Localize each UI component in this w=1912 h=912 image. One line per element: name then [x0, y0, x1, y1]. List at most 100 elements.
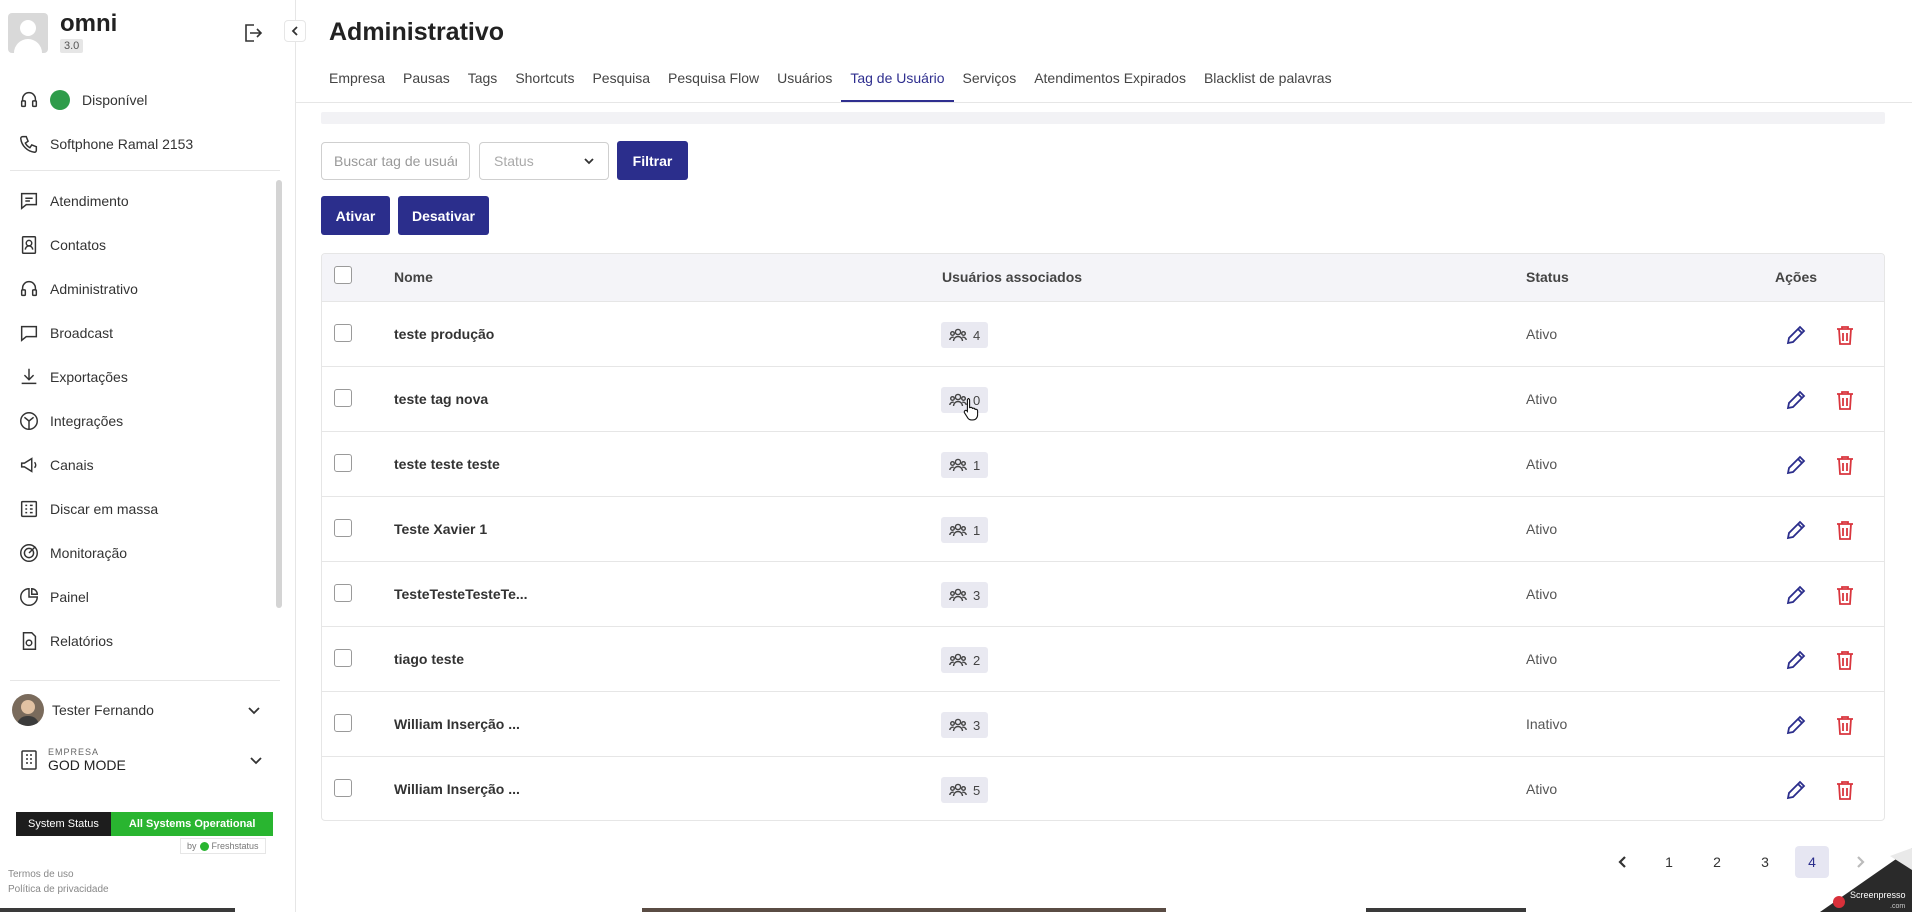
associated-users-count: 3 — [973, 587, 981, 603]
delete-icon[interactable] — [1833, 778, 1857, 807]
associated-users-badge[interactable]: 1 — [941, 452, 989, 478]
associated-users-badge[interactable]: 1 — [941, 517, 989, 543]
svg-text:.com: .com — [1890, 903, 1905, 910]
activate-button[interactable]: Ativar — [321, 196, 390, 235]
presence-status[interactable]: Disponível — [18, 86, 147, 114]
edit-icon[interactable] — [1784, 388, 1808, 417]
edit-icon[interactable] — [1784, 778, 1808, 807]
freshstatus-badge[interactable]: by Freshstatus — [180, 838, 266, 855]
sidebar-item-exportacoes[interactable]: Exportações — [18, 363, 128, 391]
row-checkbox[interactable] — [334, 324, 352, 342]
delete-icon[interactable] — [1833, 388, 1857, 417]
sidebar-item-atendimento[interactable]: Atendimento — [18, 187, 129, 215]
prev-page-button[interactable] — [1606, 846, 1640, 878]
tab-pesquisa[interactable]: Pesquisa — [583, 70, 659, 102]
system-status-label: System Status — [16, 812, 111, 836]
tab-pesquisa-flow[interactable]: Pesquisa Flow — [659, 70, 768, 102]
brand-avatar — [8, 13, 48, 53]
logout-icon[interactable] — [240, 21, 264, 45]
table-row: teste teste teste 1 Ativo — [322, 432, 1884, 497]
sidebar-item-discar-em-massa[interactable]: Discar em massa — [18, 495, 158, 523]
associated-users-badge[interactable]: 3 — [941, 712, 989, 738]
edit-icon[interactable] — [1784, 323, 1808, 352]
page-3[interactable]: 3 — [1748, 846, 1782, 878]
horizontal-scrollbar[interactable] — [321, 112, 1885, 124]
deactivate-button[interactable]: Desativar — [398, 196, 489, 235]
associated-users-badge[interactable]: 4 — [941, 322, 989, 348]
privacy-link[interactable]: Política de privacidade — [8, 884, 109, 895]
tab-pausas[interactable]: Pausas — [394, 70, 459, 102]
chevron-down-icon[interactable] — [248, 752, 264, 768]
sidebar-item-administrativo[interactable]: Administrativo — [18, 275, 138, 303]
tab-blacklist-de-palavras[interactable]: Blacklist de palavras — [1195, 70, 1341, 102]
row-checkbox[interactable] — [334, 649, 352, 667]
collapse-sidebar-button[interactable] — [284, 20, 306, 42]
tab-servicos[interactable]: Serviços — [954, 70, 1026, 102]
search-input[interactable] — [321, 142, 470, 180]
associated-users-count: 4 — [973, 327, 981, 343]
delete-icon[interactable] — [1833, 518, 1857, 547]
associated-users-badge[interactable]: 3 — [941, 582, 989, 608]
row-checkbox[interactable] — [334, 714, 352, 732]
tab-atendimentos-expirados[interactable]: Atendimentos Expirados — [1025, 70, 1195, 102]
associated-users-badge[interactable]: 5 — [941, 777, 989, 803]
delete-icon[interactable] — [1833, 713, 1857, 742]
sidebar-item-contatos[interactable]: Contatos — [18, 231, 106, 259]
delete-icon[interactable] — [1833, 453, 1857, 482]
row-checkbox[interactable] — [334, 389, 352, 407]
edit-icon[interactable] — [1784, 518, 1808, 547]
row-checkbox[interactable] — [334, 779, 352, 797]
system-status-widget[interactable]: System Status All Systems Operational — [16, 812, 274, 836]
edit-icon[interactable] — [1784, 648, 1808, 677]
table-row: teste produção 4 Ativo — [322, 302, 1884, 367]
sidebar-item-label: Discar em massa — [50, 501, 159, 517]
status-select[interactable]: Status — [479, 142, 609, 180]
row-checkbox[interactable] — [334, 454, 352, 472]
tab-tag-de-usuario[interactable]: Tag de Usuário — [841, 70, 954, 102]
sidebar-item-label: Canais — [50, 457, 94, 473]
mass-dial-icon — [20, 500, 38, 518]
tab-shortcuts[interactable]: Shortcuts — [506, 70, 583, 102]
sidebar-item-label: Contatos — [50, 237, 107, 253]
row-checkbox[interactable] — [334, 519, 352, 537]
user-menu[interactable]: Tester Fernando — [12, 694, 282, 726]
divider — [10, 680, 280, 681]
filter-button[interactable]: Filtrar — [617, 141, 688, 180]
system-status-state: All Systems Operational — [110, 812, 274, 836]
status-dot — [50, 90, 70, 110]
header-users: Usuários associados — [942, 269, 1083, 285]
users-group-icon — [949, 328, 967, 342]
terms-link[interactable]: Termos de uso — [8, 869, 74, 880]
edit-icon[interactable] — [1784, 583, 1808, 612]
edit-icon[interactable] — [1784, 453, 1808, 482]
sidebar-item-label: Monitoração — [50, 545, 128, 561]
sidebar-item-label: Broadcast — [50, 325, 114, 341]
sidebar-item-canais[interactable]: Canais — [18, 451, 94, 479]
sidebar-item-broadcast[interactable]: Broadcast — [18, 319, 113, 347]
page-1[interactable]: 1 — [1652, 846, 1686, 878]
users-group-icon — [949, 588, 967, 602]
users-group-icon — [949, 718, 967, 732]
sidebar-scrollbar[interactable] — [276, 180, 282, 608]
delete-icon[interactable] — [1833, 648, 1857, 677]
company-selector[interactable]: EMPRESA GOD MODE — [20, 742, 282, 778]
delete-icon[interactable] — [1833, 323, 1857, 352]
edit-icon[interactable] — [1784, 713, 1808, 742]
app-version: 3.0 — [60, 39, 84, 53]
taskbar-strip — [1366, 908, 1526, 912]
sidebar-item-painel[interactable]: Painel — [18, 583, 89, 611]
page-2[interactable]: 2 — [1700, 846, 1734, 878]
sidebar-item-monitoracao[interactable]: Monitoração — [18, 539, 127, 567]
row-checkbox[interactable] — [334, 584, 352, 602]
tab-tags[interactable]: Tags — [459, 70, 507, 102]
chevron-down-icon[interactable] — [246, 702, 262, 718]
delete-icon[interactable] — [1833, 583, 1857, 612]
sidebar-item-integracoes[interactable]: Integrações — [18, 407, 123, 435]
associated-users-badge[interactable]: 2 — [941, 647, 989, 673]
sidebar-item-relatorios[interactable]: Relatórios — [18, 627, 113, 655]
tab-usuarios[interactable]: Usuários — [768, 70, 841, 102]
broadcast-icon — [20, 325, 38, 342]
tab-empresa[interactable]: Empresa — [329, 70, 394, 102]
softphone-item[interactable]: Softphone Ramal 2153 — [18, 130, 193, 158]
select-all-checkbox[interactable] — [334, 266, 352, 284]
